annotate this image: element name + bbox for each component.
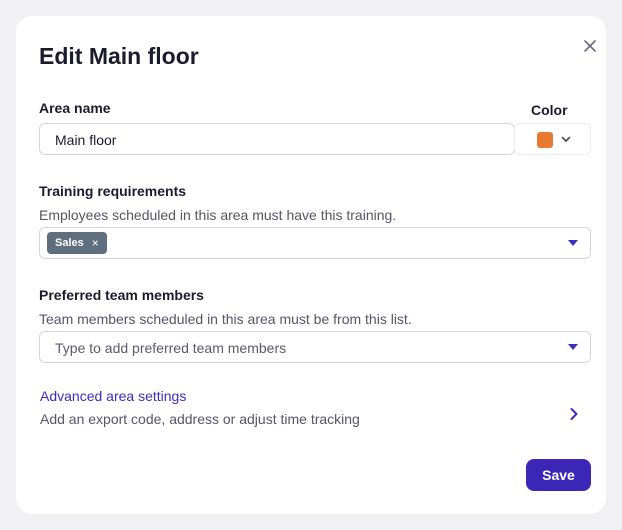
chevron-right-icon[interactable]: [569, 407, 579, 421]
close-icon[interactable]: [583, 39, 597, 53]
preferred-label: Preferred team members: [39, 287, 204, 303]
area-name-field[interactable]: Main floor: [39, 123, 515, 155]
caret-down-icon[interactable]: [568, 240, 578, 246]
preferred-help: Team members scheduled in this area must…: [39, 311, 412, 327]
caret-down-icon[interactable]: [568, 344, 578, 350]
area-name-label: Area name: [39, 100, 111, 116]
preferred-select[interactable]: Type to add preferred team members: [39, 331, 591, 363]
color-picker[interactable]: [514, 123, 591, 155]
training-help: Employees scheduled in this area must ha…: [39, 207, 397, 223]
tag-remove-icon[interactable]: ×: [92, 236, 99, 250]
advanced-settings-link[interactable]: Advanced area settings: [40, 388, 186, 404]
edit-area-dialog: Edit Main floor Area name Main floor Col…: [16, 16, 606, 514]
training-select[interactable]: Sales ×: [39, 227, 591, 259]
training-tag: Sales ×: [47, 232, 107, 254]
save-button[interactable]: Save: [526, 459, 591, 491]
color-label: Color: [531, 102, 568, 118]
training-label: Training requirements: [39, 183, 187, 199]
advanced-settings-description: Add an export code, address or adjust ti…: [40, 411, 360, 427]
training-tag-label: Sales: [55, 237, 84, 249]
color-swatch: [537, 132, 553, 148]
chevron-down-icon: [561, 136, 571, 142]
dialog-title: Edit Main floor: [39, 43, 199, 69]
area-name-value: Main floor: [55, 132, 117, 148]
preferred-placeholder: Type to add preferred team members: [55, 340, 287, 356]
